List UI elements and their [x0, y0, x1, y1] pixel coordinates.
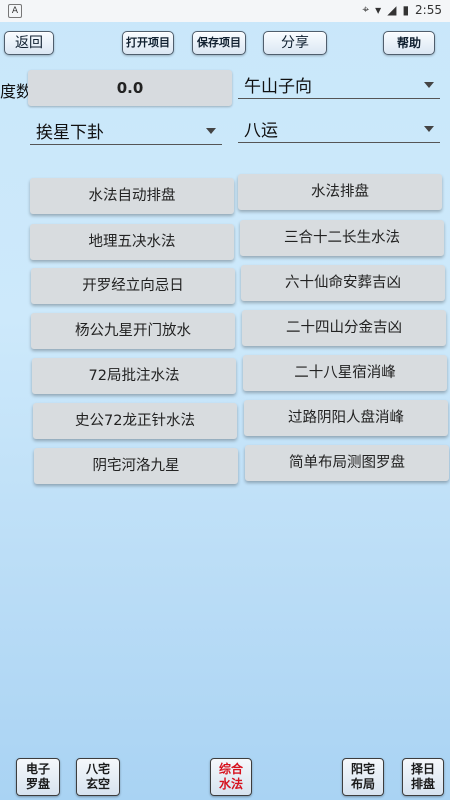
simple-layout-compass-button[interactable]: 简单布局测图罗盘	[245, 445, 449, 481]
battery-icon: ▮	[402, 2, 410, 17]
passing-yinyang-button[interactable]: 过路阴阳人盘消峰	[244, 400, 448, 436]
water-chart-button[interactable]: 水法排盘	[238, 174, 442, 210]
period-select[interactable]: 八运	[238, 116, 440, 143]
sixty-fates-burial-button[interactable]: 六十仙命安葬吉凶	[241, 265, 445, 301]
clock: 2:55	[415, 2, 442, 17]
period-select-value: 八运	[244, 121, 278, 141]
shigong-72-dragon-button[interactable]: 史公72龙正针水法	[33, 403, 237, 439]
chevron-down-icon	[206, 128, 216, 134]
star-mode-select-value: 挨星下卦	[36, 123, 104, 143]
degree-field[interactable]: 0.0	[28, 70, 232, 106]
open-project-button[interactable]: 打开项目	[122, 31, 174, 55]
comprehensive-water-button[interactable]: 综合 水法	[210, 758, 252, 796]
app-notification-icon: A	[8, 4, 22, 18]
wifi-icon: ▾	[375, 2, 382, 17]
compass-taboo-day-button[interactable]: 开罗经立向忌日	[31, 268, 235, 304]
72-bureau-water-button[interactable]: 72局批注水法	[32, 358, 236, 394]
twenty-eight-mansions-button[interactable]: 二十八星宿消峰	[243, 355, 447, 391]
five-rules-water-button[interactable]: 地理五决水法	[30, 224, 234, 260]
electronic-compass-button[interactable]: 电子 罗盘	[16, 758, 60, 796]
bazhai-xuankong-button[interactable]: 八宅 玄空	[76, 758, 120, 796]
chevron-down-icon	[424, 126, 434, 132]
auto-water-chart-button[interactable]: 水法自动排盘	[30, 178, 234, 214]
chevron-down-icon	[424, 82, 434, 88]
yang-house-layout-button[interactable]: 阳宅 布局	[342, 758, 384, 796]
signal-icon: ◢	[387, 2, 397, 17]
yanggong-nine-star-button[interactable]: 杨公九星开门放水	[31, 313, 235, 349]
help-button[interactable]: 帮助	[383, 31, 435, 55]
back-button[interactable]: 返回	[4, 31, 54, 55]
yin-house-hetu-button[interactable]: 阴宅河洛九星	[34, 448, 238, 484]
direction-select[interactable]: 午山子向	[238, 72, 440, 99]
date-selection-button[interactable]: 择日 排盘	[402, 758, 444, 796]
location-icon: ⌖	[362, 2, 370, 16]
share-button[interactable]: 分享	[263, 31, 327, 55]
sanhe-water-button[interactable]: 三合十二长生水法	[240, 220, 444, 256]
direction-select-value: 午山子向	[244, 77, 312, 97]
twenty-four-mountains-button[interactable]: 二十四山分金吉凶	[242, 310, 446, 346]
status-icons: ⌖ ▾ ◢ ▮ 2:55	[362, 2, 442, 17]
status-bar: A ⌖ ▾ ◢ ▮ 2:55	[0, 0, 450, 22]
save-project-button[interactable]: 保存项目	[192, 31, 246, 55]
star-mode-select[interactable]: 挨星下卦	[30, 118, 222, 145]
